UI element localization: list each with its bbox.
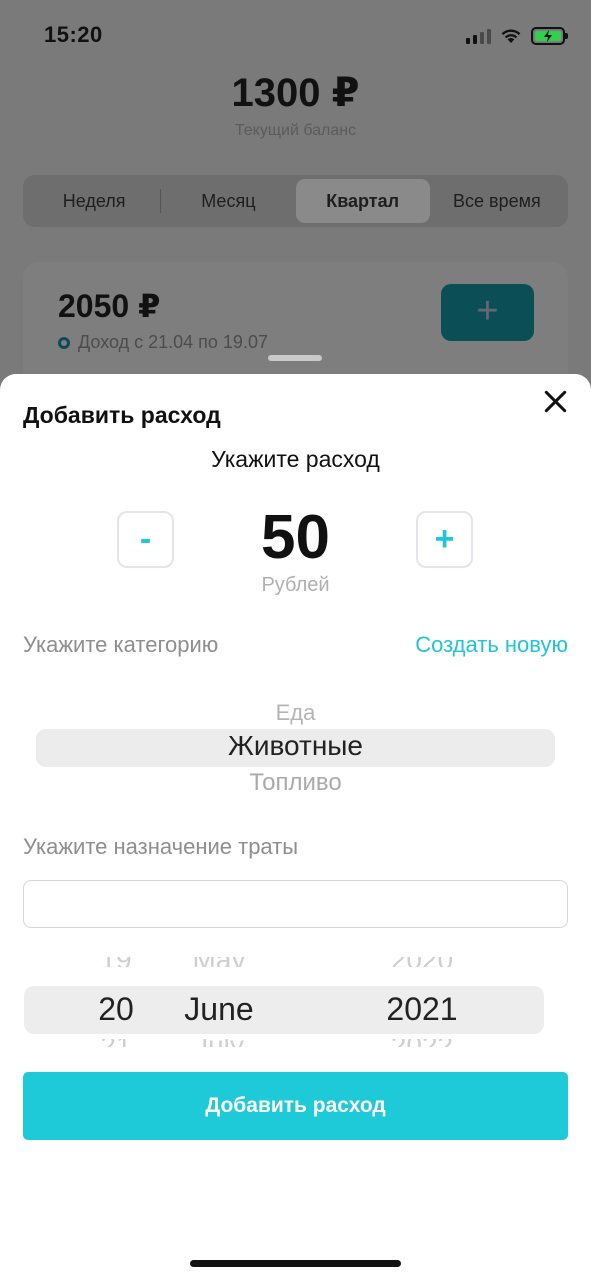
day-prev[interactable]: 19 (84, 957, 148, 967)
category-picker[interactable]: Еда Животные Топливо (36, 699, 555, 809)
year-wheel[interactable]: 2020 2021 2022 (374, 957, 470, 1047)
home-indicator[interactable] (190, 1260, 401, 1267)
income-subtitle: Доход с 21.04 по 19.07 (58, 332, 268, 353)
income-amount: 2050 ₽ (58, 288, 161, 324)
day-next[interactable]: 21 (84, 1039, 148, 1047)
battery-charging-icon (531, 27, 568, 45)
year-selected[interactable]: 2021 (374, 985, 470, 1033)
month-next[interactable]: July (174, 1039, 264, 1047)
add-income-button[interactable]: + (441, 284, 534, 341)
create-category-link[interactable]: Создать новую (415, 632, 568, 658)
add-expense-button[interactable]: Добавить расход (23, 1072, 568, 1140)
year-next[interactable]: 2022 (374, 1039, 470, 1047)
purpose-input[interactable] (23, 880, 568, 928)
status-time: 15:20 (44, 22, 103, 47)
sheet-title: Добавить расход (23, 402, 221, 428)
date-picker[interactable]: 19 20 21 May June July 2020 2021 2022 (24, 957, 544, 1047)
tab-all-time[interactable]: Все время (430, 179, 564, 223)
sheet-grabber[interactable] (268, 355, 322, 361)
amount-unit: Рублей (261, 574, 330, 596)
income-period: Доход с 21.04 по 19.07 (78, 332, 268, 352)
category-option-selected[interactable]: Животные (36, 730, 555, 762)
increase-amount-button[interactable]: + (416, 511, 473, 568)
expense-prompt: Укажите расход (211, 446, 380, 472)
day-selected[interactable]: 20 (84, 985, 148, 1033)
add-expense-sheet: Добавить расход Укажите расход - 50 + Ру… (0, 374, 591, 1280)
purpose-label: Укажите назначение траты (23, 834, 299, 859)
income-card: 2050 ₽ Доход с 21.04 по 19.07 + (23, 262, 568, 392)
tab-quarter-label: Квартал (326, 191, 400, 211)
cellular-signal-icon (466, 28, 491, 44)
category-label: Укажите категорию (23, 632, 219, 657)
close-icon[interactable] (543, 388, 569, 414)
month-selected[interactable]: June (174, 985, 264, 1033)
status-icons (466, 26, 568, 46)
tab-all-time-label: Все время (453, 191, 541, 211)
tab-week-label: Неделя (62, 191, 126, 211)
day-wheel[interactable]: 19 20 21 (84, 957, 148, 1047)
tab-week[interactable]: Неделя (27, 179, 162, 223)
category-option-prev[interactable]: Еда (36, 700, 555, 726)
balance-amount: 1300 ₽ (231, 71, 360, 115)
period-segmented-control: Неделя Месяц Квартал Все время (23, 175, 568, 227)
year-prev[interactable]: 2020 (374, 957, 470, 967)
category-row: Укажите категорию Создать новую (23, 632, 568, 658)
month-prev[interactable]: May (174, 957, 264, 967)
expense-amount: 50 (261, 503, 330, 572)
wifi-icon (500, 28, 522, 44)
month-wheel[interactable]: May June July (174, 957, 264, 1047)
income-dot-icon (58, 336, 70, 349)
tab-month-label: Месяц (201, 191, 256, 211)
tab-month[interactable]: Месяц (161, 179, 295, 223)
status-bar: 15:20 (0, 18, 591, 54)
category-option-next[interactable]: Топливо (36, 769, 555, 791)
tab-quarter[interactable]: Квартал (295, 179, 430, 223)
balance-label: Текущий баланс (234, 122, 357, 139)
